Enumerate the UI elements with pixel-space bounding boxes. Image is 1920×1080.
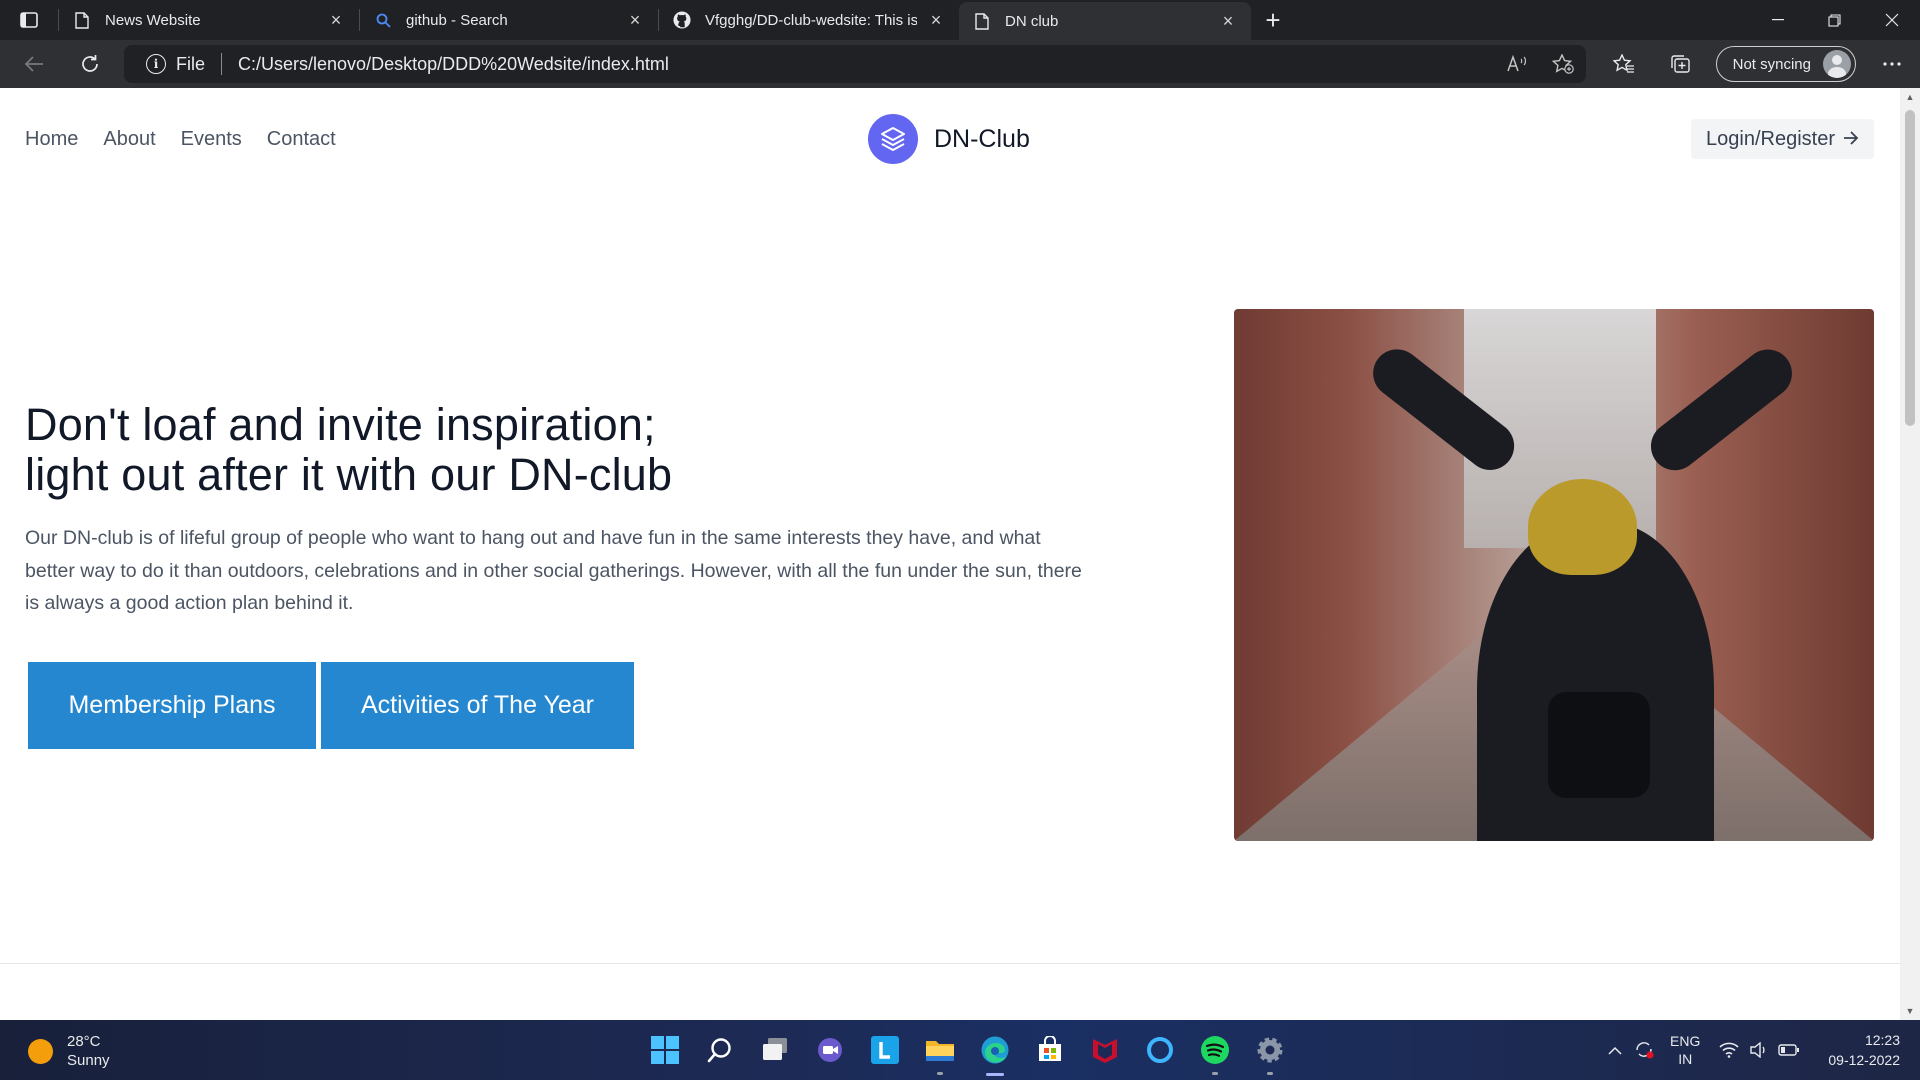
minimize-icon[interactable] [1749, 0, 1806, 40]
add-favorite-icon[interactable] [1540, 45, 1586, 83]
close-icon[interactable]: × [925, 9, 947, 31]
input-language[interactable]: ENG IN [1670, 1032, 1700, 1068]
refresh-icon[interactable] [62, 40, 118, 88]
site-nav: Home About Events Contact [25, 128, 361, 151]
window-controls [1749, 0, 1920, 40]
layers-icon [868, 114, 918, 164]
collections-icon[interactable] [1652, 40, 1708, 88]
nav-link-about[interactable]: About [103, 128, 155, 151]
scroll-thumb[interactable] [1905, 110, 1915, 426]
address-url[interactable]: C:/Users/lenovo/Desktop/DDD%20Wedsite/in… [238, 54, 669, 75]
address-separator [221, 53, 223, 75]
clock[interactable]: 12:23 09-12-2022 [1828, 1030, 1900, 1070]
microsoft-store-icon[interactable] [1022, 1030, 1077, 1070]
file-explorer-icon[interactable] [912, 1030, 967, 1075]
new-tab-icon[interactable]: + [1251, 0, 1295, 40]
tab-title: DN club [1005, 12, 1059, 30]
nav-link-contact[interactable]: Contact [267, 128, 336, 151]
nav-link-events[interactable]: Events [181, 128, 242, 151]
volume-icon[interactable] [1744, 1030, 1774, 1070]
hero-image-arm [1641, 339, 1803, 480]
hero-title-line-2: light out after it with our DN-club [25, 449, 673, 500]
battery-icon[interactable] [1774, 1030, 1804, 1070]
search-icon[interactable] [692, 1030, 747, 1070]
teams-chat-icon[interactable] [802, 1030, 857, 1070]
cortana-icon[interactable] [1132, 1030, 1187, 1070]
clock-date: 09-12-2022 [1828, 1052, 1900, 1068]
section-divider [0, 963, 1900, 964]
login-label: Login/Register [1706, 127, 1835, 150]
avatar [1823, 50, 1851, 78]
page-scrollbar[interactable]: ▲ ▼ [1900, 88, 1920, 1020]
hero-title-line-1: Don't loaf and invite inspiration; [25, 399, 656, 450]
brand[interactable]: DN-Club [868, 114, 1030, 164]
weather-text: 28°C Sunny [67, 1032, 110, 1070]
restore-icon[interactable] [1806, 0, 1863, 40]
info-icon[interactable]: i [146, 54, 166, 74]
hero-image [1234, 309, 1874, 841]
close-icon[interactable]: × [325, 9, 347, 31]
windows-start-icon[interactable] [637, 1030, 692, 1070]
chevron-up-icon[interactable] [1600, 1030, 1630, 1070]
tab-title: Vfgghg/DD-club-wedsite: This is [705, 11, 917, 29]
clock-time: 12:23 [1864, 1032, 1900, 1048]
language-region: IN [1678, 1051, 1693, 1067]
hero-description: Our DN-club is of lifeful group of peopl… [25, 527, 1082, 614]
mcafee-icon[interactable] [1077, 1030, 1132, 1070]
profile-sync-button[interactable]: Not syncing [1715, 46, 1856, 82]
hero-image-hat [1528, 479, 1638, 575]
back-icon[interactable] [6, 40, 62, 88]
tab-news-website[interactable]: News Website × [59, 0, 359, 40]
github-icon [673, 11, 691, 29]
settings-gear-icon[interactable] [1242, 1030, 1297, 1075]
sync-label: Not syncing [1732, 55, 1811, 73]
weather-condition: Sunny [67, 1052, 110, 1069]
tab-github-search[interactable]: github - Search × [360, 0, 658, 40]
address-scheme-label: File [176, 53, 206, 74]
toolbar-right: Not syncing [1596, 40, 1920, 88]
webpage: Home About Events Contact DN-Club Login/… [0, 88, 1900, 1020]
scroll-up-icon[interactable]: ▲ [1900, 88, 1920, 106]
address-actions [1494, 45, 1586, 83]
tab-github-repo[interactable]: Vfgghg/DD-club-wedsite: This is × [659, 0, 959, 40]
close-icon[interactable]: × [1217, 10, 1239, 32]
brand-name: DN-Club [934, 124, 1030, 153]
task-view-icon[interactable] [747, 1030, 802, 1070]
arrow-right-icon [1843, 129, 1859, 150]
more-options-icon[interactable] [1864, 40, 1920, 88]
l-app-icon[interactable] [857, 1030, 912, 1070]
spotify-icon[interactable] [1187, 1030, 1242, 1075]
weather-widget[interactable]: 28°C Sunny [28, 1032, 110, 1070]
login-register-button[interactable]: Login/Register [1691, 119, 1874, 159]
hero-title: Don't loaf and invite inspiration; light… [25, 400, 672, 500]
read-aloud-icon[interactable] [1494, 45, 1540, 83]
tab-title: News Website [105, 11, 201, 29]
edge-browser-icon[interactable] [967, 1030, 1022, 1076]
page-icon [73, 11, 91, 29]
search-icon [374, 11, 392, 29]
language-code: ENG [1670, 1033, 1701, 1049]
address-bar[interactable]: i File C:/Users/lenovo/Desktop/DDD%20Wed… [124, 45, 1586, 83]
wifi-icon[interactable] [1714, 1030, 1744, 1070]
sync-status-icon[interactable] [1630, 1030, 1660, 1070]
taskbar-apps [637, 1030, 1297, 1076]
close-window-icon[interactable] [1863, 0, 1920, 40]
windows-taskbar: 28°C Sunny ENG IN 12:23 09-12-2022 [0, 1020, 1920, 1080]
system-tray: ENG IN 12:23 09-12-2022 [1600, 1020, 1920, 1080]
tab-actions-icon[interactable] [0, 0, 58, 40]
membership-plans-button[interactable]: Membership Plans [28, 662, 316, 749]
weather-temp: 28°C [67, 1033, 101, 1050]
nav-link-home[interactable]: Home [25, 128, 78, 151]
hero-image-backpack [1547, 692, 1650, 799]
favorites-icon[interactable] [1596, 40, 1652, 88]
close-icon[interactable]: × [624, 9, 646, 31]
activities-of-the-year-button[interactable]: Activities of The Year [321, 662, 634, 749]
scroll-down-icon[interactable]: ▼ [1900, 1002, 1920, 1020]
tab-dn-club[interactable]: DN club × [959, 2, 1251, 40]
tab-title: github - Search [406, 11, 508, 29]
browser-toolbar: i File C:/Users/lenovo/Desktop/DDD%20Wed… [0, 40, 1920, 88]
sun-icon [28, 1038, 53, 1064]
browser-tab-bar: News Website × github - Search × Vfgghg/… [0, 0, 1920, 40]
page-icon [973, 12, 991, 30]
